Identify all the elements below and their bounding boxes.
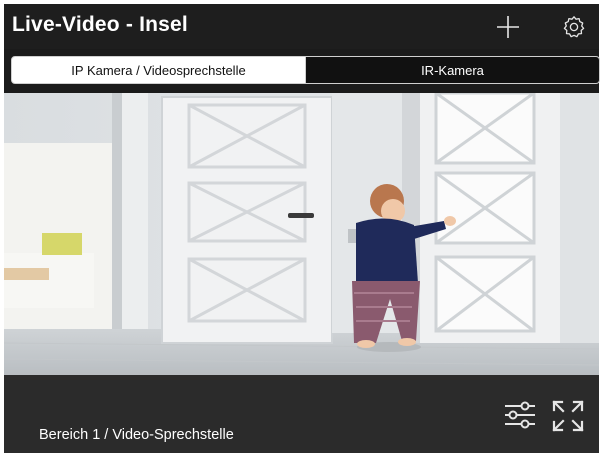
camera-tabs: IP Kamera / Videosprechstelle IR-Kamera [4,49,600,93]
expand-icon [552,400,584,432]
tab-ip-camera[interactable]: IP Kamera / Videosprechstelle [11,56,306,84]
settings-button[interactable] [557,10,591,44]
area-label: Bereich 1 / Video-Sprechstelle [39,427,234,443]
video-feed[interactable] [4,93,599,375]
tab-ir-camera[interactable]: IR-Kamera [306,56,600,84]
app-header: Live-Video - Insel [4,4,599,49]
live-video-screen: Live-Video - Insel IP Kamera / Videospre… [0,0,603,457]
plus-icon [497,16,519,38]
fullscreen-button[interactable] [549,397,587,435]
camera-image [4,93,599,375]
sliders-icon [505,401,535,429]
gear-icon [563,16,585,38]
video-footer: Bereich 1 / Video-Sprechstelle [4,375,599,453]
page-title: Live-Video - Insel [12,13,188,36]
image-settings-button[interactable] [501,397,539,433]
add-button[interactable] [491,10,525,44]
